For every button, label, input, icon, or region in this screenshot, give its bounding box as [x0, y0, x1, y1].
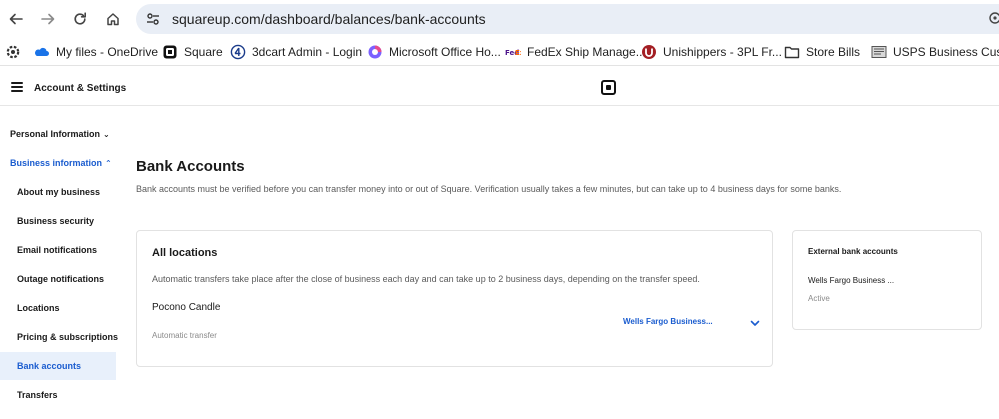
location-name: Pocono Candle: [152, 302, 221, 313]
external-bank-accounts-card: External bank accounts Wells Fargo Busin…: [792, 230, 982, 330]
bookmark-settings[interactable]: [5, 43, 27, 61]
bookmark-store-bills[interactable]: Store Bills: [784, 43, 860, 61]
header-title: Account & Settings: [34, 83, 127, 94]
onedrive-icon: [34, 44, 50, 60]
menu-icon[interactable]: [11, 82, 23, 92]
sidebar-item-business-security[interactable]: Business security: [0, 207, 116, 235]
bookmark-usps[interactable]: USPS Business Cust...: [871, 43, 999, 61]
bookmark-unishippers[interactable]: Unishippers - 3PL Fr...: [641, 43, 782, 61]
settings-icon: [5, 44, 21, 60]
sidebar-group-business[interactable]: Business information ⌃: [10, 158, 112, 168]
home-button[interactable]: [102, 8, 124, 30]
bank-account-select[interactable]: Wells Fargo Business...: [623, 317, 713, 331]
usps-icon: [871, 44, 887, 60]
bookmark-label: USPS Business Cust...: [893, 45, 999, 59]
all-locations-card: All locations Automatic transfers take p…: [136, 230, 773, 367]
forward-arrow-icon: [41, 13, 55, 25]
svg-text:Ex: Ex: [515, 49, 521, 57]
sidebar-item-transfers[interactable]: Transfers: [0, 381, 116, 409]
bookmark-label: Microsoft Office Ho...: [389, 45, 501, 59]
bookmarks-bar: My files - OneDrive Square 3dcart Admin …: [0, 38, 999, 66]
page-title: Bank Accounts: [136, 158, 245, 175]
bookmark-fedex[interactable]: FedEx FedEx Ship Manage...: [505, 43, 646, 61]
bookmark-label: My files - OneDrive: [56, 45, 159, 59]
chevron-up-icon: ⌃: [105, 159, 112, 168]
forward-button[interactable]: [37, 8, 59, 30]
card-description: Automatic transfers take place after the…: [152, 274, 700, 284]
bookmark-label: Store Bills: [806, 45, 861, 59]
bookmark-office[interactable]: Microsoft Office Ho...: [367, 43, 501, 61]
chevron-down-icon[interactable]: [749, 317, 761, 329]
external-bank-name[interactable]: Wells Fargo Business ...: [808, 276, 894, 285]
bookmark-onedrive[interactable]: My files - OneDrive: [34, 43, 158, 61]
bookmark-square[interactable]: Square: [162, 43, 223, 61]
bookmark-label: Square: [184, 45, 223, 59]
bookmark-label: FedEx Ship Manage...: [527, 45, 646, 59]
reload-icon: [74, 12, 86, 25]
url-text[interactable]: squareup.com/dashboard/balances/bank-acc…: [172, 11, 486, 27]
transfer-type: Automatic transfer: [152, 331, 217, 340]
unishippers-icon: [641, 44, 657, 60]
sidebar-group-label: Personal Information: [10, 129, 101, 139]
back-arrow-icon: [9, 13, 23, 25]
card-title: External bank accounts: [808, 247, 898, 256]
reload-button[interactable]: [69, 8, 91, 30]
sidebar-item-about-my-business[interactable]: About my business: [0, 178, 116, 206]
site-info-button[interactable]: [144, 10, 162, 28]
sidebar-group-label: Business information: [10, 158, 103, 168]
sidebar: Personal Information ⌄ Business informati…: [0, 106, 120, 419]
card-title: All locations: [152, 247, 218, 259]
bookmark-3dcart[interactable]: 3dcart Admin - Login: [230, 43, 362, 61]
page-description: Bank accounts must be verified before yo…: [136, 184, 842, 194]
sidebar-item-email-notifications[interactable]: Email notifications: [0, 236, 116, 264]
home-icon: [107, 13, 119, 26]
chevron-down-icon: ⌄: [103, 130, 110, 139]
square-logo-icon[interactable]: [601, 80, 616, 95]
sidebar-item-pricing-subscriptions[interactable]: Pricing & subscriptions: [0, 323, 118, 351]
sidebar-group-personal[interactable]: Personal Information ⌄: [10, 129, 110, 139]
sidebar-item-outage-notifications[interactable]: Outage notifications: [0, 265, 116, 293]
office-icon: [367, 44, 383, 60]
3dcart-icon: [230, 44, 246, 60]
bookmark-label: 3dcart Admin - Login: [252, 45, 363, 59]
extension-icon[interactable]: [988, 11, 999, 25]
tune-icon: [147, 13, 159, 25]
sidebar-item-locations[interactable]: Locations: [0, 294, 116, 322]
app-header: Account & Settings: [0, 70, 999, 106]
sidebar-item-bank-accounts[interactable]: Bank accounts: [0, 352, 116, 380]
fedex-icon: FedEx: [505, 44, 521, 60]
back-button[interactable]: [5, 8, 27, 30]
square-icon: [162, 44, 178, 60]
browser-toolbar: squareup.com/dashboard/balances/bank-acc…: [0, 0, 999, 38]
folder-icon: [784, 44, 800, 60]
bookmark-label: Unishippers - 3PL Fr...: [663, 45, 782, 59]
status-badge: Active: [808, 294, 830, 303]
